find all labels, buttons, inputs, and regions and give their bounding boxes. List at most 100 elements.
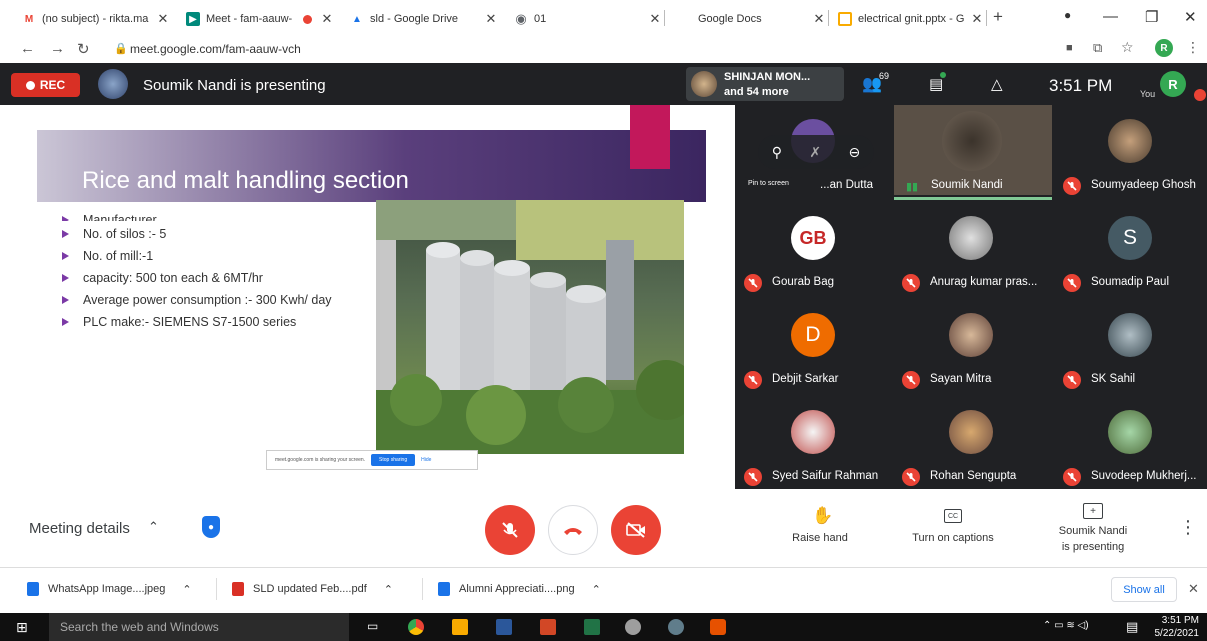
- downloads-shelf: WhatsApp Image....jpeg ⌃ SLD updated Feb…: [0, 567, 1207, 611]
- close-tab-icon[interactable]: ✕: [810, 11, 828, 27]
- reload-icon[interactable]: ↻: [77, 40, 90, 58]
- mic-toggle-button[interactable]: [485, 505, 535, 555]
- captions-icon[interactable]: CC: [944, 509, 962, 523]
- participant-tile[interactable]: S Soumadip Paul: [1055, 202, 1205, 292]
- more-options-icon[interactable]: ⋮: [1179, 517, 1197, 538]
- shield-lock-icon[interactable]: ●: [202, 516, 220, 538]
- app-icon[interactable]: [625, 619, 641, 635]
- meeting-details-button[interactable]: Meeting details: [29, 520, 130, 537]
- chevron-up-icon[interactable]: ⌃: [384, 583, 393, 596]
- excel-icon[interactable]: [584, 619, 600, 635]
- close-shelf-icon[interactable]: ✕: [1188, 581, 1199, 597]
- download-item[interactable]: SLD updated Feb....pdf ⌃: [232, 582, 393, 596]
- muted-mic-icon: [744, 468, 762, 486]
- close-window-icon[interactable]: ✕: [1184, 8, 1197, 26]
- tab-01[interactable]: ◉ 01 ✕: [506, 6, 664, 32]
- taskbar-search[interactable]: Search the web and Windows: [49, 613, 349, 641]
- presenting-status-line2[interactable]: is presenting: [1046, 541, 1140, 553]
- tab-gmail[interactable]: M (no subject) - rikta.ma ✕: [14, 6, 172, 32]
- mic-off-icon: [502, 522, 518, 538]
- slide-bullet: Average power consumption :- 300 Kwh/ da…: [62, 293, 372, 308]
- powerpoint-icon[interactable]: [540, 619, 556, 635]
- recording-badge: REC: [11, 73, 80, 97]
- captions-button[interactable]: Turn on captions: [900, 532, 1006, 544]
- tab-label: (no subject) - rikta.ma: [42, 13, 149, 25]
- participant-tile[interactable]: GB Gourab Bag: [736, 202, 886, 292]
- new-tab-button[interactable]: +: [993, 7, 1003, 27]
- present-screen-icon[interactable]: +: [1083, 503, 1103, 519]
- matlab-icon[interactable]: [710, 619, 726, 635]
- lock-icon: 🔒: [114, 43, 128, 55]
- camera-toggle-button[interactable]: [611, 505, 661, 555]
- muted-mic-icon: [902, 371, 920, 389]
- system-tray-icons[interactable]: ⌃ ▭ ≋ ◁): [1043, 620, 1089, 631]
- close-tab-icon[interactable]: ✕: [968, 11, 986, 27]
- participant-tile[interactable]: SK Sahil: [1055, 299, 1205, 389]
- docs-icon: [678, 12, 692, 26]
- chevron-up-icon[interactable]: ⌃: [592, 583, 601, 596]
- download-item[interactable]: WhatsApp Image....jpeg ⌃: [27, 582, 192, 596]
- participant-tile-speaking[interactable]: ▮▮ Soumik Nandi: [894, 105, 1052, 200]
- chat-notification-dot: [940, 72, 946, 78]
- back-icon[interactable]: ←: [20, 40, 35, 57]
- muted-mic-icon: [744, 371, 762, 389]
- chevron-up-icon[interactable]: ⌃: [148, 519, 159, 535]
- participant-tile[interactable]: Sayan Mitra: [894, 299, 1044, 389]
- silo-photo: [376, 200, 684, 454]
- hang-up-icon: [564, 528, 582, 535]
- participant-tile[interactable]: Syed Saifur Rahman: [736, 396, 886, 486]
- tab-label: sld - Google Drive: [370, 13, 459, 25]
- muted-mic-icon: [1063, 468, 1081, 486]
- word-icon[interactable]: [496, 619, 512, 635]
- participant-avatar: [1108, 410, 1152, 454]
- tab-slides[interactable]: electrical gnit.pptx - G ✕: [830, 6, 986, 32]
- raise-hand-button[interactable]: Raise hand: [784, 532, 856, 544]
- participant-tile[interactable]: Anurag kumar pras...: [894, 202, 1044, 292]
- stop-sharing-button[interactable]: Stop sharing: [371, 454, 416, 466]
- tab-divider: [828, 10, 829, 26]
- windows-start-icon[interactable]: ⊞: [16, 619, 28, 636]
- chrome-icon[interactable]: [408, 619, 424, 635]
- hide-share-notice-button[interactable]: Hide: [421, 457, 431, 463]
- participant-tile[interactable]: ⚲ ✗ ⊖ Pin to screen ...an Dutta: [736, 105, 886, 195]
- close-tab-icon[interactable]: ✕: [154, 11, 172, 27]
- tab-search-icon[interactable]: ●: [1064, 8, 1071, 22]
- screen-share-notice: meet.google.com is sharing your screen. …: [266, 450, 478, 470]
- app-icon[interactable]: [668, 619, 684, 635]
- mute-participant-icon[interactable]: ✗: [809, 144, 821, 161]
- pin-icon[interactable]: ⚲: [772, 144, 782, 161]
- tab-docs[interactable]: Google Docs ✕: [670, 6, 828, 32]
- participant-tile[interactable]: Suvodeep Mukherj...: [1055, 396, 1205, 486]
- url-input[interactable]: meet.google.com/fam-aauw-vch: [130, 42, 301, 56]
- minimize-icon[interactable]: —: [1103, 8, 1118, 25]
- show-all-button[interactable]: Show all: [1111, 577, 1177, 602]
- share-icon[interactable]: ⧉: [1093, 40, 1102, 56]
- presenting-status-line1[interactable]: Soumik Nandi: [1046, 525, 1140, 537]
- slide-bullet: No. of silos :- 5: [62, 227, 372, 242]
- slide-bullet: capacity: 500 ton each & 6MT/hr: [62, 271, 372, 286]
- remove-participant-icon[interactable]: ⊖: [849, 144, 861, 161]
- camera-icon[interactable]: ■: [1066, 42, 1073, 54]
- bookmark-star-icon[interactable]: ☆: [1121, 39, 1134, 56]
- participant-tile[interactable]: D Debjit Sarkar: [736, 299, 886, 389]
- download-item[interactable]: Alumni Appreciati....png ⌃: [438, 582, 601, 596]
- notification-icon[interactable]: ▤: [1126, 619, 1138, 635]
- tab-meet[interactable]: ▶ Meet - fam-aauw- ✕: [178, 6, 336, 32]
- tab-drive[interactable]: ▲ sld - Google Drive ✕: [342, 6, 500, 32]
- task-view-icon[interactable]: ▭: [367, 619, 378, 633]
- participants-summary[interactable]: SHINJAN MON... and 54 more: [686, 67, 844, 101]
- close-tab-icon[interactable]: ✕: [318, 11, 336, 27]
- file-explorer-icon[interactable]: [452, 619, 468, 635]
- activities-icon[interactable]: △: [991, 75, 1003, 93]
- close-tab-icon[interactable]: ✕: [482, 11, 500, 27]
- close-tab-icon[interactable]: ✕: [646, 11, 664, 27]
- menu-icon[interactable]: ⋮: [1186, 39, 1200, 56]
- forward-icon[interactable]: →: [50, 40, 65, 57]
- profile-avatar[interactable]: R: [1155, 39, 1173, 57]
- raise-hand-icon[interactable]: ✋: [812, 506, 833, 526]
- participant-tile[interactable]: Rohan Sengupta: [894, 396, 1044, 486]
- chevron-up-icon[interactable]: ⌃: [182, 583, 191, 596]
- restore-icon[interactable]: ❐: [1145, 8, 1158, 26]
- participant-tile[interactable]: Soumyadeep Ghosh: [1055, 105, 1205, 195]
- leave-call-button[interactable]: [548, 505, 598, 555]
